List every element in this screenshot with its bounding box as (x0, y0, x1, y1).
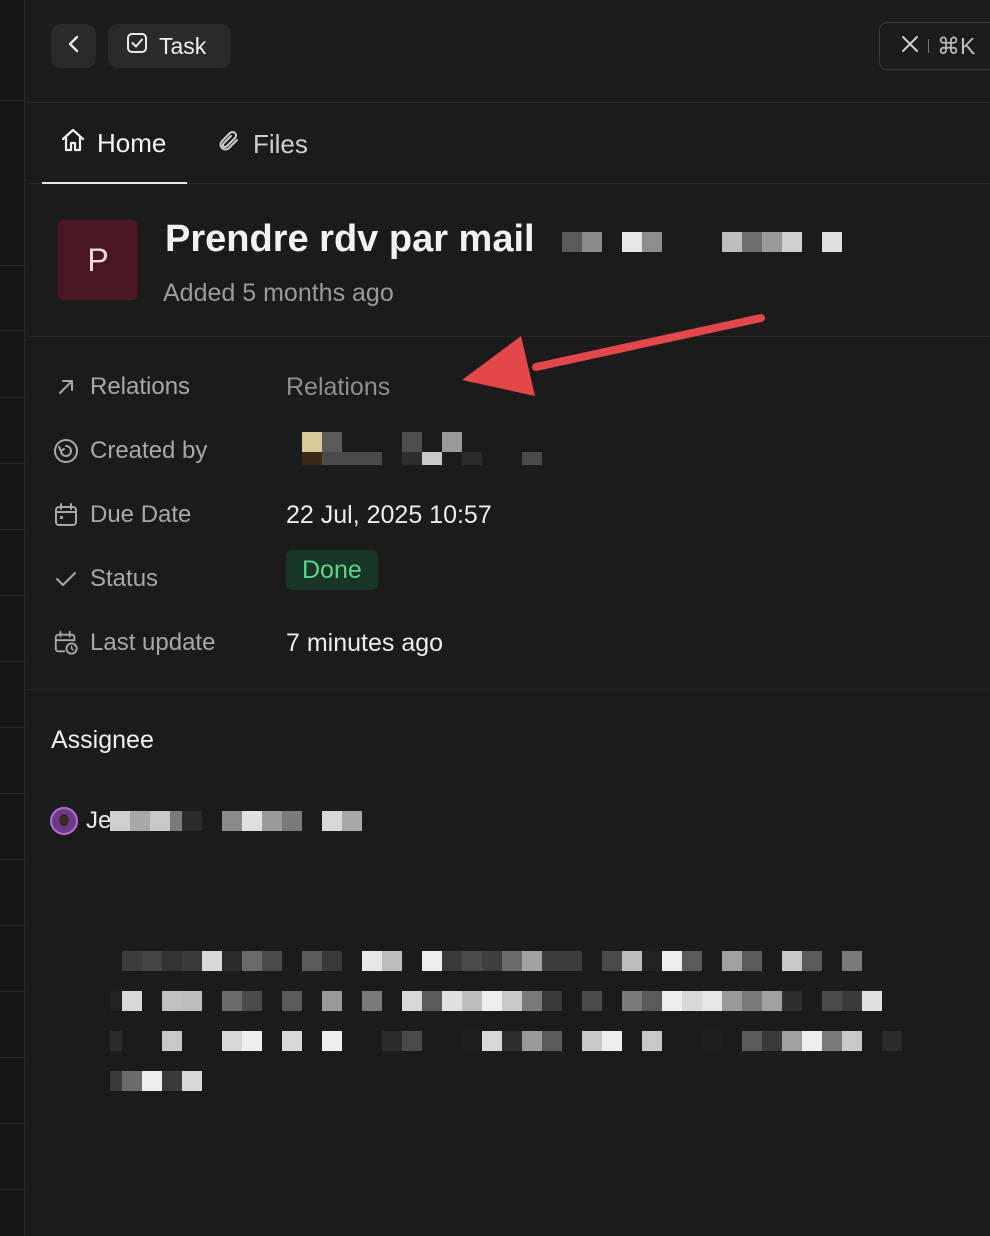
redacted-description (110, 951, 902, 1091)
left-sidebar-strip (0, 0, 25, 1236)
record-panel: Task ⌘K Home Files P Prendre rdv par mai… (26, 0, 990, 1236)
